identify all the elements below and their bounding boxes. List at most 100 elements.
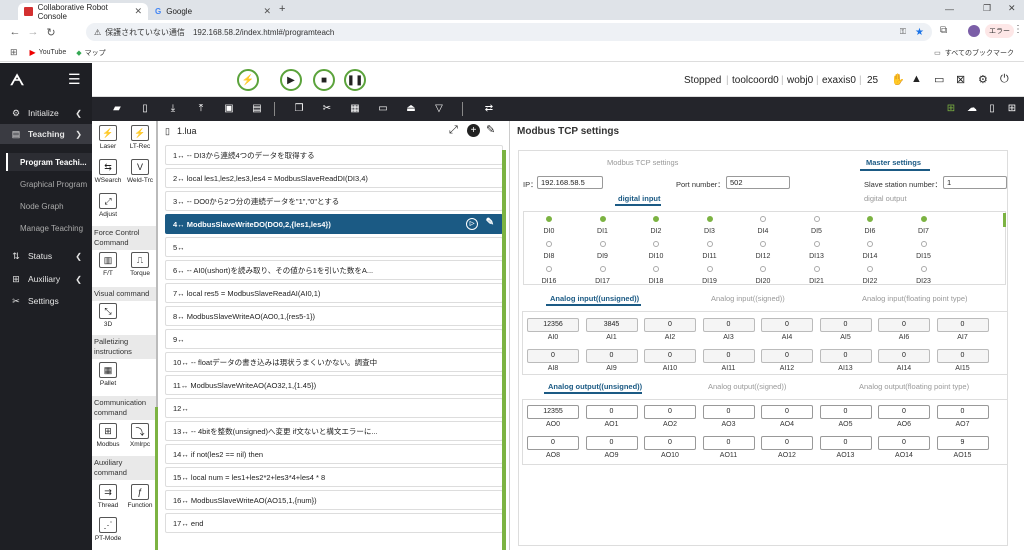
code-line[interactable]: 9↔ [165, 329, 503, 349]
palette-lt-rec[interactable]: ⚡ LT-Rec [124, 125, 156, 150]
move-down-icon[interactable]: ▽ [432, 102, 446, 116]
code-line[interactable]: 6↔ -- AI0(ushort)を読み取り、その値から1を引いた数をA... [165, 260, 503, 280]
ao-value-field[interactable]: 0 [878, 405, 930, 419]
palette-wsearch[interactable]: ⇆ WSearch [92, 159, 124, 184]
bookmark-youtube[interactable]: YouTube [39, 49, 67, 56]
tab-ai-signed[interactable]: Analog input((signed)) [711, 294, 785, 303]
palette-torque[interactable]: ⎍ Torque [124, 252, 156, 277]
tab-ao-float[interactable]: Analog output(floating point type) [859, 382, 969, 391]
sidebar-item-initialize[interactable]: ⚙ Initialize ❮ [0, 103, 92, 123]
tab-ao-signed[interactable]: Analog output((signed)) [708, 382, 786, 391]
star-icon[interactable]: ★ [915, 27, 924, 38]
palette-ft[interactable]: ▥ F/T [92, 252, 124, 277]
palette-function[interactable]: ƒ Function [124, 484, 156, 509]
export-icon[interactable]: ⤒ [194, 102, 208, 116]
swap-icon[interactable]: ⇄ [482, 102, 496, 116]
network-icon[interactable]: ⊞ [944, 102, 958, 116]
ao-value-field[interactable]: 0 [819, 436, 872, 450]
profile-error-badge[interactable]: エラー [985, 24, 1014, 38]
add-line-icon[interactable]: + [467, 124, 480, 137]
window-close-button[interactable]: ✕ [1008, 3, 1016, 14]
port-field[interactable]: 502 [726, 176, 790, 189]
ip-field[interactable]: 192.168.58.5 [537, 176, 603, 189]
slave-field[interactable]: 1 [943, 176, 1007, 189]
sub-program-teaching[interactable]: Program Teachi... [20, 158, 87, 167]
menu-icon[interactable]: ⋮ [1013, 24, 1023, 35]
code-line[interactable]: 12↔ [165, 398, 503, 418]
edit-line-icon[interactable]: ✎ [486, 217, 494, 228]
paste-icon[interactable]: ▦ [348, 102, 362, 116]
sub-manage-teaching[interactable]: Manage Teaching [20, 224, 83, 233]
code-line[interactable]: 7↔ local res5 = ModbusSlaveReadAI(AI0,1) [165, 283, 503, 303]
power-icon[interactable]: ⏻ [1000, 73, 1009, 86]
palette-laser[interactable]: ⚡ Laser [92, 125, 124, 150]
import-icon[interactable]: ⤓ [166, 102, 180, 116]
code-line[interactable]: 13↔ -- 4bitを整数(unsigned)へ変更 if文ないと構文エラーに… [165, 421, 503, 441]
speed-value[interactable]: 25 [867, 75, 878, 86]
sub-graphical-program[interactable]: Graphical Program [20, 180, 87, 189]
ao-value-field[interactable]: 0 [527, 436, 579, 450]
warning-icon[interactable]: ▲ [911, 73, 922, 85]
apps-icon[interactable]: ⊞ [10, 47, 18, 58]
tab-ao-unsigned[interactable]: Analog output((unsigned)) [548, 382, 642, 391]
palette-modbus[interactable]: ⊞ Modbus [92, 423, 124, 448]
enable-button[interactable]: ⚡ [237, 69, 259, 91]
profile-avatar[interactable] [968, 25, 980, 37]
ao-value-field[interactable]: 0 [936, 405, 989, 419]
edit-icon[interactable]: ✎ [486, 123, 495, 136]
layout-icon[interactable]: ⊞ [1005, 102, 1019, 116]
ao-value-field[interactable]: 0 [761, 405, 813, 419]
code-line[interactable]: 17↔ end [165, 513, 503, 533]
code-line[interactable]: 11↔ ModbusSlaveWriteAO(AO32,1,{1.45}) [165, 375, 503, 395]
move-up-icon[interactable]: ⏏ [404, 102, 418, 116]
save-as-icon[interactable]: ▤ [250, 102, 264, 116]
bookmark-maps[interactable]: マップ [85, 48, 106, 58]
work-object[interactable]: wobj0 [787, 75, 813, 86]
palette-pallet[interactable]: ▦ Pallet [92, 362, 124, 387]
code-line[interactable]: 4↔ ModbusSlaveWriteDO(DO0,2,{les1,les4})… [165, 214, 503, 234]
cut-icon[interactable]: ✂ [320, 102, 334, 116]
delete-icon[interactable]: ▭ [376, 102, 390, 116]
tab-digital-output[interactable]: digital output [864, 194, 907, 203]
palette-pt-mode[interactable]: ⋰ PT-Mode [92, 517, 124, 542]
stop-button[interactable]: ■ [313, 69, 335, 91]
sidebar-item-settings[interactable]: ✂ Settings [0, 291, 92, 311]
ao-value-field[interactable]: 9 [936, 436, 989, 450]
ao-value-field[interactable]: 12355 [527, 405, 579, 419]
code-line[interactable]: 2↔ local les1,les2,les3,les4 = ModbusSla… [165, 168, 503, 188]
hamburger-icon[interactable]: ☰ [68, 71, 81, 88]
open-folder-icon[interactable]: ▰ [110, 102, 124, 116]
tab-master-settings[interactable]: Master settings [866, 158, 921, 167]
minimize-button[interactable]: — [945, 4, 954, 14]
code-line[interactable]: 10↔ -- floatデータの書き込みは現状うまくいかない。調査中 [165, 352, 503, 372]
palette-adjust[interactable]: ⤢ Adjust [92, 193, 124, 218]
ext-axis[interactable]: exaxis0 [822, 75, 856, 86]
reload-icon[interactable]: ↻ [42, 26, 60, 39]
grid-select-icon[interactable]: ⊠ [956, 73, 965, 86]
ao-value-field[interactable]: 0 [819, 405, 872, 419]
sub-node-graph[interactable]: Node Graph [20, 202, 64, 211]
forward-icon[interactable]: → [24, 26, 42, 38]
tool-coord[interactable]: toolcoord0 [732, 75, 779, 86]
robot-icon[interactable]: ⚙ [978, 73, 988, 86]
pause-button[interactable]: ❚❚ [344, 69, 366, 91]
ao-value-field[interactable]: 0 [878, 436, 930, 450]
palette-3d[interactable]: ⤡ 3D [92, 303, 124, 328]
back-icon[interactable]: ← [6, 26, 24, 38]
expand-icon[interactable]: ⤢ [449, 124, 458, 137]
hand-icon[interactable]: ✋ [891, 73, 905, 86]
code-line[interactable]: 14↔ if not(les2 == nil) then [165, 444, 503, 464]
sidebar-item-status[interactable]: ⇅ Status ❮ [0, 246, 92, 266]
editor-scrollbar[interactable] [502, 150, 506, 550]
di-scrollbar[interactable] [1003, 213, 1006, 227]
save-icon[interactable]: ▣ [222, 102, 236, 116]
extensions-icon[interactable]: ⧉ [940, 25, 947, 36]
close-icon[interactable]: ✕ [134, 6, 142, 17]
code-line[interactable]: 15↔ local num = les1+les2*2+les3*4+les4 … [165, 467, 503, 487]
copy-icon[interactable]: ❐ [292, 102, 306, 116]
all-bookmarks[interactable]: すべてのブックマーク [945, 48, 1014, 58]
key-icon[interactable]: ⚿ [900, 27, 906, 37]
code-line[interactable]: 1↔ -- DI3から連続4つのデータを取得する [165, 145, 503, 165]
ao-value-field[interactable]: 0 [644, 436, 696, 450]
new-file-icon[interactable]: ▯ [138, 102, 152, 116]
